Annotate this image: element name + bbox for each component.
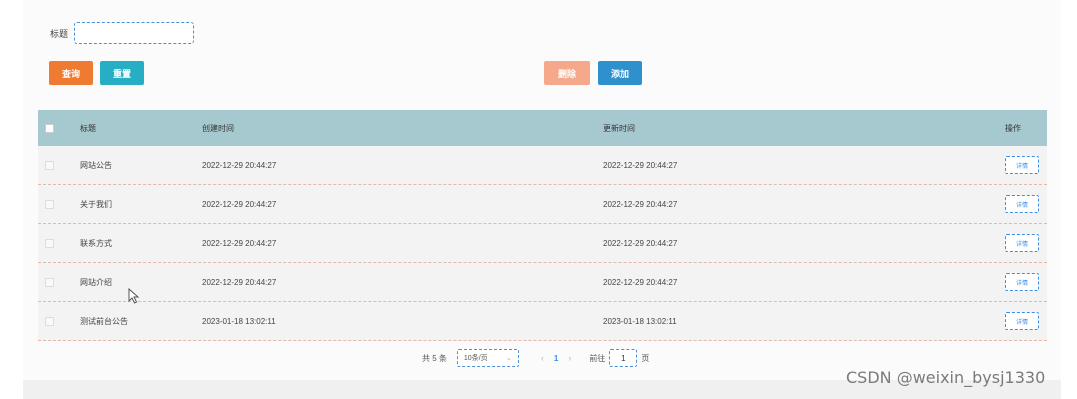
row-checkbox-cell [38,316,80,326]
chevron-right-icon[interactable]: › [568,353,571,363]
detail-button[interactable]: 详情 [1005,156,1039,174]
detail-button[interactable]: 详情 [1005,312,1039,330]
header-updated[interactable]: 更新时间 [603,123,1005,134]
header-title[interactable]: 标题 [80,123,202,134]
table-header: 标题 创建时间 更新时间 操作 [38,110,1047,146]
row-title: 联系方式 [80,238,112,248]
row-checkbox[interactable] [45,199,54,209]
current-page[interactable]: 1 [554,354,558,363]
row-created: 2023-01-18 13:02:11 [202,316,276,326]
row-created: 2022-12-29 20:44:27 [202,277,277,287]
row-checkbox[interactable] [45,277,54,287]
row-checkbox[interactable] [45,238,54,248]
table-row[interactable]: 网站公告 2022-12-29 20:44:27 2022-12-29 20:4… [38,146,1047,185]
select-all-cell [38,123,80,133]
header-operation: 操作 [1005,123,1021,133]
row-checkbox-cell [38,277,80,287]
table-row[interactable]: 关于我们 2022-12-29 20:44:27 2022-12-29 20:4… [38,185,1047,224]
data-table: 标题 创建时间 更新时间 操作 网站公告 2022-12-29 20:44:27… [38,110,1047,341]
pagination: 共 5 条 10条/页 ⌄ ‹ 1 › 前往 页 [422,349,649,367]
search-bar: 标题 [50,22,195,44]
chevron-down-icon: ⌄ [506,355,512,362]
page-suffix: 页 [641,353,650,363]
page-size-value: 10条/页 [463,355,488,362]
row-updated: 2022-12-29 20:44:27 [603,199,678,209]
search-label: 标题 [50,28,69,39]
detail-button[interactable]: 详情 [1005,195,1039,213]
row-updated: 2022-12-29 20:44:27 [603,238,678,248]
row-title: 测试前台公告 [80,316,128,326]
row-created: 2022-12-29 20:44:27 [202,199,277,209]
table-row[interactable]: 网站介绍 2022-12-29 20:44:27 2022-12-29 20:4… [38,263,1047,302]
delete-button[interactable]: 删除 [544,61,590,85]
row-checkbox-cell [38,199,80,209]
row-title: 网站公告 [80,160,112,170]
row-updated: 2023-01-18 13:02:11 [603,316,677,326]
watermark: CSDN @weixin_bysj1330 [846,368,1046,387]
row-operation: 详情 [1005,234,1047,252]
select-all-checkbox[interactable] [45,123,54,133]
row-operation: 详情 [1005,312,1047,330]
table-row[interactable]: 测试前台公告 2023-01-18 13:02:11 2023-01-18 13… [38,302,1047,341]
reset-button[interactable]: 重置 [100,61,144,85]
detail-button[interactable]: 详情 [1005,273,1039,291]
title-search-input[interactable] [74,22,195,44]
row-operation: 详情 [1005,273,1047,291]
row-updated: 2022-12-29 20:44:27 [603,277,678,287]
chevron-left-icon[interactable]: ‹ [541,353,544,363]
query-button[interactable]: 查询 [49,61,93,85]
row-operation: 详情 [1005,156,1047,174]
goto-page: 前往 页 [589,349,649,367]
row-created: 2022-12-29 20:44:27 [202,160,277,170]
row-updated: 2022-12-29 20:44:27 [603,160,678,170]
row-title: 关于我们 [80,199,112,209]
row-checkbox[interactable] [45,160,54,170]
goto-label: 前往 [589,353,606,363]
row-checkbox-cell [38,160,80,170]
mouse-cursor-icon [128,288,140,304]
row-created: 2022-12-29 20:44:27 [202,238,277,248]
row-title: 网站介绍 [80,277,112,287]
header-created[interactable]: 创建时间 [202,123,603,134]
row-operation: 详情 [1005,195,1047,213]
row-checkbox[interactable] [45,316,54,326]
detail-button[interactable]: 详情 [1005,234,1039,252]
page-size-select[interactable]: 10条/页 ⌄ [456,349,519,367]
row-checkbox-cell [38,238,80,248]
add-button[interactable]: 添加 [598,61,642,85]
table-row[interactable]: 联系方式 2022-12-29 20:44:27 2022-12-29 20:4… [38,224,1047,263]
pagination-total: 共 5 条 [422,353,447,363]
goto-page-input[interactable] [609,349,638,367]
